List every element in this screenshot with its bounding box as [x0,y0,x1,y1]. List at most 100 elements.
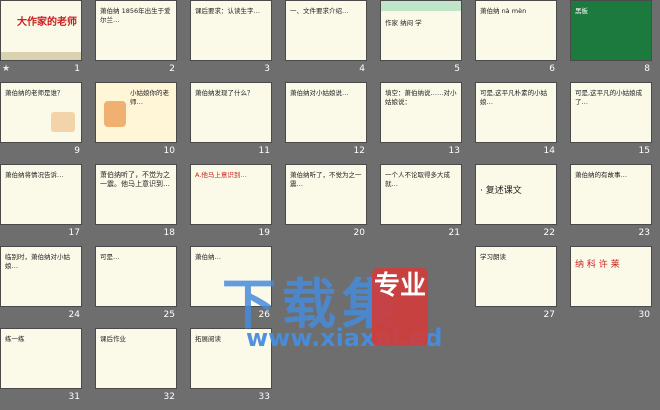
slide-text: 黑板 [575,7,588,15]
slide-text: 可是,这平凡朴素的小姑娘… [480,89,548,106]
slide-frame[interactable]: 作家 纳闷 学 [380,0,462,61]
slide-thumb[interactable]: 小姑娘你的老师… 10 [95,82,177,164]
slide-thumb[interactable]: 萧伯纳的有故事… 23 [570,164,652,246]
slide-frame[interactable]: 课后要求：认读生字… [190,0,272,61]
slide-thumb[interactable]: 萧伯纳 1856年出生于爱尔兰… 2 [95,0,177,82]
slide-frame[interactable]: 萧伯纳将情况告诉… [0,164,82,225]
slide-number: 1 [74,64,80,74]
slide-frame[interactable]: 萧伯纳对小姑娘说… [285,82,367,143]
slide-frame[interactable]: 可是,这平凡朴素的小姑娘… [475,82,557,143]
slide-thumb[interactable]: 课后要求：认读生字… 3 [190,0,272,82]
slide-thumb[interactable]: 萧伯纳的老师是谁？ 9 [0,82,82,164]
slide-number: 3 [264,64,270,74]
slide-number: 33 [258,392,270,402]
slide-number: 4 [359,64,365,74]
slide-frame[interactable]: 黑板 [570,0,652,61]
slide-number: 11 [258,146,270,156]
illustration [51,112,75,132]
slide-frame[interactable]: 萧伯纳听了，不觉为之一震。他马上意识到… [95,164,177,225]
slide-thumb[interactable]: 填空：萧伯纳说……对小姑娘说： 13 [380,82,462,164]
slide-number: 25 [163,310,175,320]
slide-thumb[interactable]: 萧伯纳… 26 [190,246,272,328]
slide-thumb[interactable]: 一、文件要求介绍… 4 [285,0,367,82]
character-image [104,101,126,127]
slide-frame[interactable]: 临别时，萧伯纳对小姑娘… [0,246,82,307]
slide-text: 临别时，萧伯纳对小姑娘… [5,253,70,270]
slide-number: 8 [644,64,650,74]
slide-frame[interactable]: · 复述课文 [475,164,557,225]
slide-text: A.他马上意识到… [195,171,247,179]
transition-icon: ★ [2,64,11,74]
slide-thumb[interactable]: 黑板 8 [570,0,652,82]
slide-number: 19 [258,228,270,238]
slide-thumb[interactable]: · 复述课文 22 [475,164,557,246]
slide-frame[interactable]: 纳 科 许 莱 [570,246,652,307]
slide-thumb[interactable]: 萧伯纳听了，不觉为之一震。他马上意识到… 18 [95,164,177,246]
slide-number: 15 [638,146,650,156]
slide-frame[interactable]: 拓展阅读 [190,328,272,389]
slide-text: 可是… [100,253,120,261]
slide-number: 14 [543,146,555,156]
slide-frame[interactable]: 萧伯纳 1856年出生于爱尔兰… [95,0,177,61]
slide-text: 萧伯纳发现了什么？ [195,89,254,97]
slide-text: 萧伯纳的有故事… [575,171,627,179]
slide-number: 17 [68,228,80,238]
slide-number: 6 [549,64,555,74]
slide-text: 学习朗读 [480,253,506,261]
slide-thumb[interactable]: A.他马上意识到… 19 [190,164,272,246]
slide-thumb[interactable]: 萧伯纳发现了什么？ 11 [190,82,272,164]
slide-thumb[interactable]: 作家 纳闷 学 5 [380,0,462,82]
slide-thumb[interactable]: 萧伯纳听了，不觉为之一震… 20 [285,164,367,246]
slide-thumb[interactable]: 临别时，萧伯纳对小姑娘… 24 [0,246,82,328]
slide-text: 拓展阅读 [195,335,221,343]
slide-thumb[interactable]: 萧伯纳将情况告诉… 17 [0,164,82,246]
slide-text: 萧伯纳对小姑娘说… [290,89,349,97]
slide-thumb[interactable]: 可是… 25 [95,246,177,328]
slide-thumb[interactable]: 纳 科 许 莱 30 [570,246,652,328]
slide-text: 作家 纳闷 学 [385,19,422,27]
slide-frame[interactable]: 一个人不论取得多大成就… [380,164,462,225]
slide-frame[interactable]: 萧伯纳的有故事… [570,164,652,225]
slide-frame[interactable]: 萧伯纳发现了什么？ [190,82,272,143]
slide-frame[interactable]: 小姑娘你的老师… [95,82,177,143]
slide-frame[interactable]: A.他马上意识到… [190,164,272,225]
slide-frame[interactable]: 萧伯纳听了，不觉为之一震… [285,164,367,225]
slide-frame[interactable]: 萧伯纳的老师是谁？ [0,82,82,143]
slide-frame[interactable]: 课后作业 [95,328,177,389]
slide-thumb[interactable]: 大作家的老师 ★ 1 [0,0,82,82]
slide-frame[interactable]: 可是… [95,246,177,307]
slide-frame[interactable]: 萧伯纳 nà mèn [475,0,557,61]
slide-thumb[interactable]: 拓展阅读 33 [190,328,272,410]
slide-top-stripe [381,1,461,11]
slide-number: 24 [68,310,80,320]
slide-text: 一、文件要求介绍… [290,7,349,15]
slide-frame[interactable]: 萧伯纳… [190,246,272,307]
slide-frame[interactable]: 大作家的老师 [0,0,82,61]
slide-number: 20 [353,228,365,238]
slide-number: 23 [638,228,650,238]
slide-frame[interactable]: 练一练 [0,328,82,389]
slide-thumb[interactable]: 萧伯纳对小姑娘说… 12 [285,82,367,164]
slide-frame[interactable]: 填空：萧伯纳说……对小姑娘说： [380,82,462,143]
slide-text: 萧伯纳的老师是谁？ [5,89,64,97]
slide-thumb[interactable]: 练一练 31 [0,328,82,410]
slide-thumb[interactable]: 一个人不论取得多大成就… 21 [380,164,462,246]
slide-frame[interactable]: 可是,这平凡的小姑娘成了… [570,82,652,143]
slide-text: 可是,这平凡的小姑娘成了… [575,89,643,106]
slide-thumb[interactable]: 萧伯纳 nà mèn 6 [475,0,557,82]
slide-text: 小姑娘你的老师… [130,89,169,106]
slide-thumb[interactable]: 课后作业 32 [95,328,177,410]
slide-thumb[interactable]: 学习朗读 27 [475,246,557,328]
slide-thumb[interactable]: 可是,这平凡的小姑娘成了… 15 [570,82,652,164]
slide-sorter-grid: 大作家的老师 ★ 1 萧伯纳 1856年出生于爱尔兰… 2 课后要求：认读生字…… [0,0,660,409]
slide-number: 21 [448,228,460,238]
slide-frame[interactable]: 学习朗读 [475,246,557,307]
slide-text: 萧伯纳 nà mèn [480,7,527,15]
slide-number: 10 [163,146,175,156]
slide-text: 萧伯纳… [195,253,221,261]
slide-text: 课后要求：认读生字… [195,7,260,15]
slide-title: 大作家的老师 [17,17,77,28]
slide-thumb[interactable]: 可是,这平凡朴素的小姑娘… 14 [475,82,557,164]
slide-frame[interactable]: 一、文件要求介绍… [285,0,367,61]
slide-text: 萧伯纳听了，不觉为之一震。他马上意识到… [100,171,170,188]
